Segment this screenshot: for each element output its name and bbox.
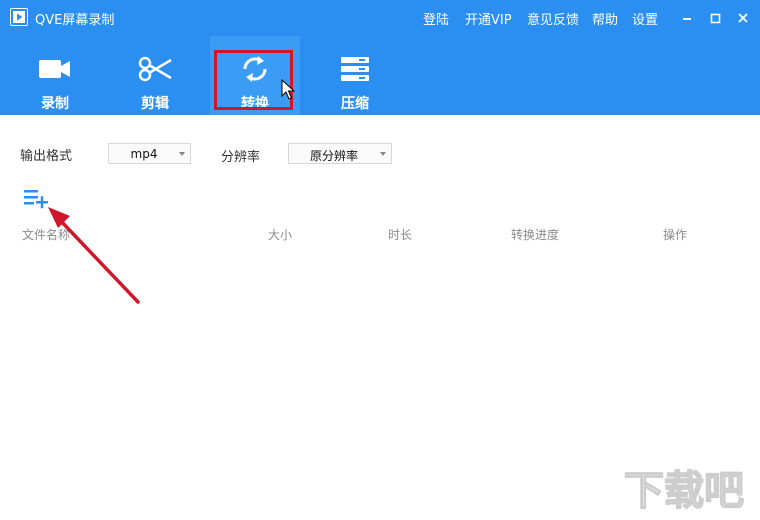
mouse-cursor-icon <box>281 79 295 100</box>
app-title: QVE屏幕录制 <box>35 13 115 28</box>
column-header-actions: 操作 <box>663 228 688 242</box>
main-toolbar: 录制 剪辑 转换 压缩 <box>0 36 760 115</box>
scissors-icon <box>138 56 172 82</box>
watermark-logo: 下载吧 <box>623 467 745 515</box>
chevron-down-icon <box>380 152 386 156</box>
video-camera-icon <box>39 60 70 78</box>
tab-compress-label: 压缩 <box>341 96 369 112</box>
help-link[interactable]: 帮助 <box>592 9 618 28</box>
output-format-select[interactable]: mp4 <box>108 143 191 164</box>
tab-record[interactable]: 录制 <box>10 36 100 115</box>
tab-record-label: 录制 <box>41 96 69 112</box>
output-format-label: 输出格式 <box>20 149 73 164</box>
maximize-icon <box>710 13 721 24</box>
column-header-filename: 文件名称 <box>22 228 71 242</box>
svg-text:下载吧: 下载吧 <box>624 468 744 514</box>
login-link[interactable]: 登陆 <box>423 9 449 28</box>
tab-edit[interactable]: 剪辑 <box>110 36 200 115</box>
close-button[interactable] <box>731 6 755 30</box>
output-format-value: mp4 <box>130 147 158 161</box>
chevron-down-icon <box>179 152 185 156</box>
resolution-select[interactable]: 原分辨率 <box>288 143 392 164</box>
resolution-value: 原分辨率 <box>309 149 358 163</box>
title-bar: QVE屏幕录制 登陆 开通VIP 意见反馈 帮助 设置 <box>0 0 760 36</box>
add-files-button[interactable] <box>24 188 50 210</box>
maximize-button[interactable] <box>703 6 727 30</box>
resolution-label: 分辨率 <box>221 150 261 165</box>
settings-link[interactable]: 设置 <box>632 9 658 28</box>
tab-compress[interactable]: 压缩 <box>310 36 400 115</box>
compress-icon <box>341 57 369 81</box>
column-header-progress: 转换进度 <box>511 228 560 242</box>
tab-edit-label: 剪辑 <box>141 96 169 112</box>
app-logo-icon <box>10 8 28 26</box>
minimize-button[interactable] <box>675 6 699 30</box>
column-header-size: 大小 <box>268 228 293 242</box>
add-list-icon <box>24 190 48 209</box>
column-header-duration: 时长 <box>388 228 413 242</box>
feedback-link[interactable]: 意见反馈 <box>527 9 579 28</box>
vip-link[interactable]: 开通VIP <box>465 9 512 28</box>
close-icon <box>738 13 748 23</box>
minimize-icon <box>683 18 691 20</box>
